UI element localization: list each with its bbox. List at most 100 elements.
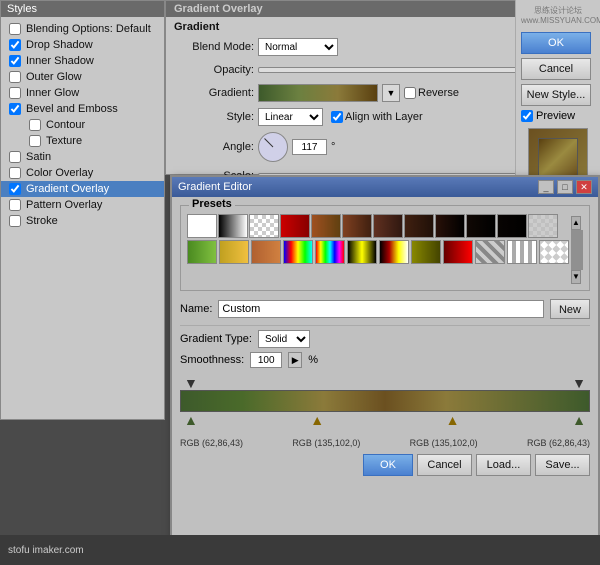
smoothness-input[interactable] [250, 352, 282, 368]
texture-checkbox[interactable] [29, 135, 41, 147]
bevel-emboss-checkbox[interactable] [9, 103, 21, 115]
color-stop-1[interactable]: ▲ [310, 412, 324, 428]
preset-8[interactable] [404, 214, 434, 238]
preview-checkbox[interactable] [521, 110, 533, 122]
editor-save-button[interactable]: Save... [535, 454, 590, 476]
reverse-checkbox[interactable] [404, 87, 416, 99]
preset-20[interactable] [411, 240, 441, 264]
color-stop-0[interactable]: ▲ [184, 412, 198, 428]
preset-3[interactable] [249, 214, 279, 238]
preset-22[interactable] [475, 240, 505, 264]
gradient-dropdown-btn[interactable]: ▼ [382, 84, 400, 102]
style-item-pattern-overlay[interactable]: Pattern Overlay [1, 197, 164, 213]
watermark: 思练设计论坛 www.MISSYUAN.COM [521, 5, 595, 25]
editor-body: Presets [172, 197, 598, 484]
drop-shadow-checkbox[interactable] [9, 39, 21, 51]
style-item-outer-glow[interactable]: Outer Glow [1, 69, 164, 85]
preset-9[interactable] [435, 214, 465, 238]
new-gradient-button[interactable]: New [550, 299, 590, 319]
preset-10[interactable] [466, 214, 496, 238]
preset-23[interactable] [507, 240, 537, 264]
color-stop-2[interactable]: ▲ [446, 412, 460, 428]
preset-18[interactable] [347, 240, 377, 264]
smoothness-stepper[interactable]: ▶ [288, 352, 302, 368]
style-item-stroke[interactable]: Stroke [1, 213, 164, 229]
preset-5[interactable] [311, 214, 341, 238]
preset-14[interactable] [219, 240, 249, 264]
contour-checkbox[interactable] [29, 119, 41, 131]
scroll-up-btn[interactable]: ▲ [571, 216, 581, 230]
style-item-contour[interactable]: Contour [1, 117, 164, 133]
gradient-overlay-checkbox[interactable] [9, 183, 21, 195]
preset-24[interactable] [539, 240, 569, 264]
maximize-btn[interactable]: □ [557, 180, 573, 194]
pattern-overlay-checkbox[interactable] [9, 199, 21, 211]
preset-12[interactable] [528, 214, 558, 238]
opacity-slider[interactable] [258, 67, 538, 73]
angle-dial-line [264, 138, 273, 147]
stroke-checkbox[interactable] [9, 215, 21, 227]
opacity-stop-right[interactable]: ▼ [572, 375, 586, 391]
style-item-inner-shadow[interactable]: Inner Shadow [1, 53, 164, 69]
satin-label: Satin [26, 151, 51, 163]
scroll-track [571, 230, 583, 270]
close-btn[interactable]: ✕ [576, 180, 592, 194]
cancel-button[interactable]: Cancel [521, 58, 591, 80]
new-style-button[interactable]: New Style... [521, 84, 591, 106]
bevel-emboss-label: Bevel and Emboss [26, 103, 118, 115]
preset-17[interactable] [315, 240, 345, 264]
style-item-blending[interactable]: Blending Options: Default [1, 21, 164, 37]
scroll-down-btn[interactable]: ▼ [571, 270, 581, 284]
angle-dial[interactable] [258, 132, 288, 162]
style-item-inner-glow[interactable]: Inner Glow [1, 85, 164, 101]
color-overlay-checkbox[interactable] [9, 167, 21, 179]
minimize-btn[interactable]: _ [538, 180, 554, 194]
presets-scrollbar[interactable]: ▲ ▼ [571, 214, 583, 284]
preset-11[interactable] [497, 214, 527, 238]
style-item-bevel-emboss[interactable]: Bevel and Emboss [1, 101, 164, 117]
style-item-gradient-overlay[interactable]: Gradient Overlay [1, 181, 164, 197]
preset-19[interactable] [379, 240, 409, 264]
presets-row-1 [187, 214, 569, 238]
inner-shadow-checkbox[interactable] [9, 55, 21, 67]
gradient-bar[interactable] [180, 390, 590, 412]
style-item-drop-shadow[interactable]: Drop Shadow [1, 37, 164, 53]
style-item-texture[interactable]: Texture [1, 133, 164, 149]
align-layer-checkbox[interactable] [331, 111, 343, 123]
inner-glow-checkbox[interactable] [9, 87, 21, 99]
preview-inner [538, 138, 578, 178]
bottom-bar: stofu imaker.com [0, 535, 600, 565]
gradient-preview[interactable] [258, 84, 378, 102]
blending-checkbox[interactable] [9, 23, 21, 35]
preset-13[interactable] [187, 240, 217, 264]
preset-6[interactable] [342, 214, 372, 238]
preset-2[interactable] [218, 214, 248, 238]
blend-mode-select[interactable]: Normal [258, 38, 338, 56]
satin-checkbox[interactable] [9, 151, 21, 163]
preset-15[interactable] [251, 240, 281, 264]
preset-1[interactable] [187, 214, 217, 238]
gradient-overlay-label: Gradient Overlay [26, 183, 109, 195]
style-label: Style: [174, 111, 254, 123]
editor-ok-button[interactable]: OK [363, 454, 413, 476]
gradient-type-select[interactable]: Solid Noise [258, 330, 310, 348]
preset-4[interactable] [280, 214, 310, 238]
preset-16[interactable] [283, 240, 313, 264]
outer-glow-checkbox[interactable] [9, 71, 21, 83]
name-input[interactable] [218, 300, 544, 318]
angle-input[interactable] [292, 139, 327, 155]
style-item-satin[interactable]: Satin [1, 149, 164, 165]
color-stop-3[interactable]: ▲ [572, 412, 586, 428]
editor-load-button[interactable]: Load... [476, 454, 531, 476]
style-item-color-overlay[interactable]: Color Overlay [1, 165, 164, 181]
editor-cancel-button[interactable]: Cancel [417, 454, 472, 476]
preset-21[interactable] [443, 240, 473, 264]
reverse-label: Reverse [418, 87, 459, 99]
preset-7[interactable] [373, 214, 403, 238]
ok-button[interactable]: OK [521, 32, 591, 54]
style-select[interactable]: Linear [258, 108, 323, 126]
angle-unit: ° [331, 141, 335, 153]
rgb-label-3: RGB (62,86,43) [527, 438, 590, 448]
rgb-label-0: RGB (62,86,43) [180, 438, 243, 448]
opacity-stop-left[interactable]: ▼ [184, 375, 198, 391]
